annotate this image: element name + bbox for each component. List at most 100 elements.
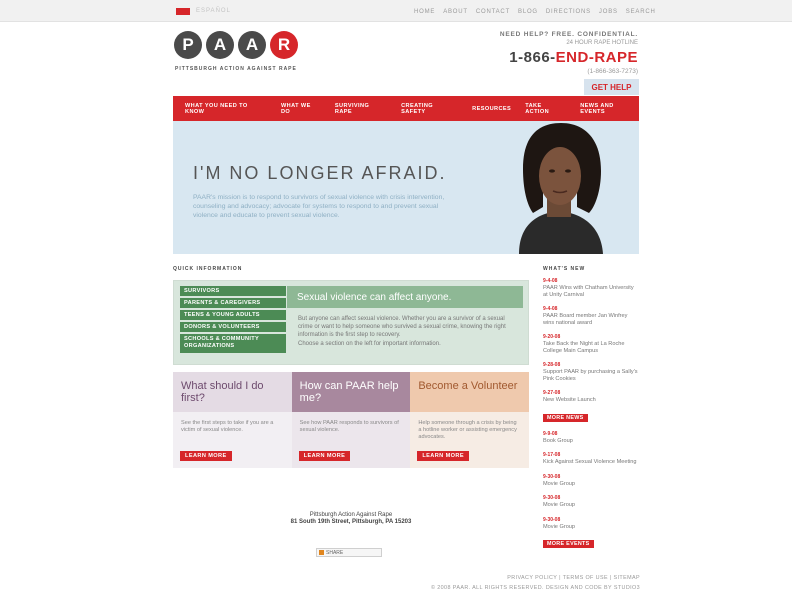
learn-more-button[interactable]: LEARN MORE bbox=[417, 451, 469, 461]
utility-bar: ESPAÑOL HOME ABOUT CONTACT BLOG DIRECTIO… bbox=[0, 0, 792, 22]
event-date: 9-9-08 bbox=[543, 430, 558, 437]
quick-info-instruction: Choose a section on the left for importa… bbox=[298, 341, 441, 347]
logo-letter: P bbox=[174, 31, 202, 59]
utility-nav-jobs[interactable]: JOBS bbox=[599, 9, 618, 15]
utility-nav-contact[interactable]: CONTACT bbox=[476, 9, 510, 15]
cta-title: How can PAAR help me? bbox=[291, 372, 411, 412]
news-item[interactable]: 9-4-08 PAAR Board member Jan Winfrey wins… bbox=[543, 306, 639, 326]
event-title: Movie Group bbox=[543, 480, 576, 487]
need-help-text: NEED HELP? FREE. CONFIDENTIAL. bbox=[499, 31, 638, 38]
event-date: 9-17-08 bbox=[543, 452, 561, 458]
footer-address: Pittsburgh Action Against Rape 81 South … bbox=[173, 512, 529, 526]
learn-more-button[interactable]: LEARN MORE bbox=[298, 451, 351, 461]
more-events-button[interactable]: MORE EVENTS bbox=[543, 540, 594, 548]
news-item[interactable]: 9-20-08 Take Back the Night at La Roche C… bbox=[543, 334, 639, 354]
utility-nav: HOME ABOUT CONTACT BLOG DIRECTIONS JOBS … bbox=[414, 9, 656, 15]
event-item[interactable]: 9-30-08 Movie Group bbox=[543, 495, 639, 509]
quick-info-menu: SURVIVORS PARENTS & CAREGIVERS TEENS & Y… bbox=[180, 286, 286, 353]
footer-copyright: © 2008 PAAR. ALL RIGHTS RESERVED. DESIGN… bbox=[430, 585, 640, 591]
event-item[interactable]: 9-30-08 Movie Group bbox=[543, 474, 639, 488]
quick-info-panel: SURVIVORS PARENTS & CAREGIVERS TEENS & Y… bbox=[173, 280, 529, 365]
news-date: 9-4-08 bbox=[543, 278, 558, 284]
utility-nav-blog[interactable]: BLOG bbox=[518, 9, 538, 15]
utility-nav-search[interactable]: SEARCH bbox=[626, 9, 656, 15]
hero-headline: I'M NO LONGER AFRAID. bbox=[193, 163, 447, 183]
nav-resources[interactable]: RESOURCES bbox=[472, 106, 511, 112]
news-title: PAAR Wins with Chatham University at Uni… bbox=[543, 285, 634, 298]
quick-info-schools[interactable]: SCHOOLS & COMMUNITY ORGANIZATIONS bbox=[180, 334, 286, 353]
cta-text: See the first steps to take if you are a… bbox=[181, 420, 274, 433]
quick-info-label: QUICK INFORMATION bbox=[173, 266, 243, 272]
footer-links[interactable]: PRIVACY POLICY | TERMS OF USE | SITEMAP bbox=[431, 573, 640, 583]
utility-nav-directions[interactable]: DIRECTIONS bbox=[546, 9, 591, 15]
hero-banner: I'M NO LONGER AFRAID. PAAR's mission is … bbox=[173, 121, 639, 254]
logo[interactable]: P A A R bbox=[174, 31, 298, 59]
logo-letter: R bbox=[270, 31, 298, 59]
quick-info-heading: Sexual violence can affect anyone. bbox=[287, 286, 523, 308]
cta-text: See how PAAR responds to survivors of se… bbox=[299, 420, 399, 433]
event-item[interactable]: 9-9-08 Book Group bbox=[543, 431, 639, 445]
logo-letter: A bbox=[238, 31, 266, 59]
nav-take-action[interactable]: TAKE ACTION bbox=[525, 103, 566, 115]
learn-more-button[interactable]: LEARN MORE bbox=[180, 451, 232, 461]
utility-nav-about[interactable]: ABOUT bbox=[443, 9, 468, 15]
news-item[interactable]: 9-27-08 New Website Launch bbox=[543, 390, 639, 404]
flag-icon[interactable] bbox=[176, 8, 190, 15]
quick-info-donors[interactable]: DONORS & VOLUNTEERS bbox=[180, 322, 286, 332]
nav-what-you-need-to-know[interactable]: WHAT YOU NEED TO KNOW bbox=[185, 103, 267, 115]
nav-creating-safety[interactable]: CREATING SAFETY bbox=[401, 103, 458, 115]
news-title: New Website Launch bbox=[543, 397, 596, 403]
event-date: 9-30-08 bbox=[543, 516, 561, 523]
cta-title: What should I do first? bbox=[173, 372, 292, 412]
cta-first-steps: What should I do first? See the first st… bbox=[173, 372, 292, 468]
more-news-button[interactable]: MORE NEWS bbox=[543, 413, 588, 422]
quick-info-survivors[interactable]: SURVIVORS bbox=[180, 286, 286, 296]
news-title: PAAR Board member Jan Winfrey wins natio… bbox=[543, 313, 628, 326]
share-icon bbox=[319, 550, 324, 555]
main-nav: WHAT YOU NEED TO KNOW WHAT WE DO SURVIVI… bbox=[173, 96, 639, 121]
event-title: Kick Against Sexual Violence Meeting bbox=[543, 459, 637, 465]
share-button[interactable]: SHARE bbox=[316, 548, 382, 557]
cta-volunteer: Become a Volunteer Help someone through … bbox=[410, 372, 530, 468]
quick-info-parents[interactable]: PARENTS & CAREGIVERS bbox=[180, 298, 286, 308]
quick-info-body: But anyone can affect sexual violence. W… bbox=[298, 316, 506, 338]
news-list: 9-4-08 PAAR Wins with Chatham University … bbox=[543, 278, 639, 557]
cta-row: What should I do first? See the first st… bbox=[173, 372, 530, 468]
event-date: 9-30-08 bbox=[543, 473, 561, 480]
utility-nav-home[interactable]: HOME bbox=[414, 9, 435, 15]
hotline-phone-alt: (1-866-363-7273) bbox=[587, 68, 638, 75]
logo-subtitle: PITTSBURGH ACTION AGAINST RAPE bbox=[175, 66, 297, 72]
news-date: 9-28-08 bbox=[543, 362, 561, 368]
hotline-block: NEED HELP? FREE. CONFIDENTIAL. 24 HOUR R… bbox=[500, 31, 638, 75]
share-label: SHARE bbox=[326, 549, 344, 556]
hotline-phone: 1-866-END-RAPE bbox=[500, 49, 638, 66]
news-date: 9-4-08 bbox=[543, 306, 558, 312]
cta-paar-help: How can PAAR help me? See how PAAR respo… bbox=[291, 372, 411, 468]
event-item[interactable]: 9-30-08 Movie Group bbox=[543, 517, 639, 531]
language-link[interactable]: ESPAÑOL bbox=[196, 8, 231, 14]
news-date: 9-20-08 bbox=[543, 334, 561, 340]
get-help-button[interactable]: GET HELP bbox=[584, 79, 639, 95]
cta-title: Become a Volunteer bbox=[410, 372, 530, 412]
quick-info-teens[interactable]: TEENS & YOUNG ADULTS bbox=[180, 310, 286, 320]
nav-surviving-rape[interactable]: SURVIVING RAPE bbox=[335, 103, 387, 115]
mission-statement: PAAR's mission is to respond to survivor… bbox=[193, 194, 445, 219]
event-date: 9-30-08 bbox=[543, 495, 561, 501]
nav-news-and-events[interactable]: NEWS AND EVENTS bbox=[580, 103, 639, 115]
whats-new-label: WHAT'S NEW bbox=[543, 266, 586, 272]
hotline-label: 24 HOUR RAPE HOTLINE bbox=[566, 40, 638, 46]
hero-portrait bbox=[519, 123, 603, 254]
nav-what-we-do[interactable]: WHAT WE DO bbox=[281, 103, 321, 115]
event-title: Movie Group bbox=[543, 502, 576, 508]
news-title: Support PAAR by purchasing a Sally's Pin… bbox=[543, 369, 638, 382]
event-title: Book Group bbox=[543, 437, 573, 444]
news-title: Take Back the Night at La Roche College … bbox=[543, 341, 625, 354]
news-item[interactable]: 9-4-08 PAAR Wins with Chatham University … bbox=[543, 278, 639, 298]
footer-legal: PRIVACY POLICY | TERMS OF USE | SITEMAP … bbox=[431, 573, 640, 593]
event-item[interactable]: 9-17-08 Kick Against Sexual Violence Meet… bbox=[543, 452, 639, 466]
news-item[interactable]: 9-28-08 Support PAAR by purchasing a Sall… bbox=[543, 362, 639, 382]
news-date: 9-27-08 bbox=[543, 390, 561, 396]
footer-street-address: 81 South 19th Street, Pittsburgh, PA 152… bbox=[290, 519, 412, 525]
event-title: Movie Group bbox=[543, 523, 576, 530]
cta-text: Help someone through a crisis by being a… bbox=[418, 420, 517, 440]
